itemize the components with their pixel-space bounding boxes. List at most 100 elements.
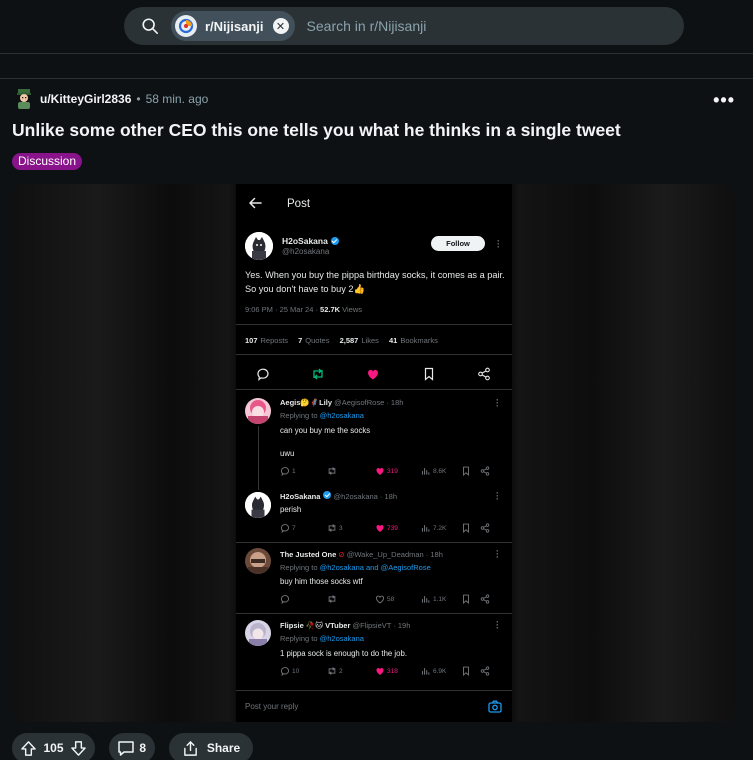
views-icon (421, 468, 430, 475)
comments-count: 8 (139, 741, 146, 755)
share-tweet-icon (480, 666, 490, 676)
no-entry-emoji-icon: ⊘ (338, 550, 345, 559)
verified-badge-icon (330, 237, 339, 245)
tweet-views-label: Views (340, 305, 363, 314)
reply-text-line2: uwu (280, 449, 295, 458)
post-author[interactable]: u/KitteyGirl2836 (40, 92, 131, 106)
reply-icon (280, 524, 289, 533)
share-label: Share (206, 741, 241, 755)
follow-button: Follow (431, 236, 485, 251)
tweet-divider (236, 389, 512, 390)
user-avatar[interactable] (14, 88, 34, 110)
comments-button[interactable]: 8 (109, 733, 155, 760)
post-flair[interactable]: Discussion (12, 153, 83, 170)
quotes-label: Quotes (305, 336, 330, 345)
post-title[interactable]: Unlike some other CEO this one tells you… (12, 120, 621, 141)
reply-count: 1 (292, 467, 296, 475)
reply-composer-placeholder: Post your reply (245, 702, 299, 711)
tweet-header: Post (236, 184, 512, 224)
bookmarks-label: Bookmarks (400, 336, 438, 345)
views-count: 6.9K (433, 667, 447, 675)
reply-text: can you buy me the socks (280, 426, 371, 435)
post-action-bar: 105 8 Share (12, 733, 267, 760)
reply-header: The Justed One ⊘ @Wake_Up_Deadman · 18h (280, 550, 443, 559)
tweet-text: Yes. When you buy the pippa birthday soc… (245, 270, 505, 294)
reply-more-icon: · · · (496, 488, 499, 504)
repost-icon (328, 595, 336, 603)
like-icon (376, 668, 384, 675)
tweet-timestamp: 9:06 PM · 25 Mar 24 · (245, 305, 321, 314)
views-icon (421, 596, 430, 603)
quotes-count: 7 (298, 336, 303, 345)
tweet-stats: 107 Reposts 7 Quotes 2,587 Likes 41 Bookmark… (245, 336, 446, 345)
reply-avatar (245, 620, 271, 646)
back-arrow-icon (249, 197, 262, 209)
reposts-count: 107 (245, 336, 258, 345)
camera-icon (488, 700, 502, 713)
reply-author-name: Flipsie 🥀🐱 VTuber (280, 621, 351, 630)
repost-count: 2 (339, 667, 343, 675)
tweet-action-bar (236, 359, 512, 389)
reply-divider (236, 613, 512, 614)
tweet-author-avatar (245, 232, 273, 260)
reply-composer: Post your reply (236, 690, 512, 722)
comment-bubble-icon (118, 741, 134, 756)
reply-header: Aegis🤔🦸Lily @AegisofRose · 18h (280, 398, 403, 407)
search-icon (142, 18, 159, 35)
clear-community-icon[interactable]: ✕ (272, 18, 289, 34)
share-tweet-icon (478, 367, 490, 381)
reply-icon (280, 467, 289, 476)
tweet-author-handle: @h2osakana (282, 247, 330, 256)
like-count: 739 (387, 524, 398, 532)
thread-line (258, 426, 259, 490)
reply-divider (236, 542, 512, 543)
reply-actions: 1 319 8.6K (280, 466, 500, 478)
views-count: 1.1K (433, 595, 447, 603)
replying-to: Replying to @h2osakana (280, 411, 364, 420)
reply-actions: 58 1.1K (280, 594, 500, 606)
replying-to: Replying to @h2osakana and @AegisofRose (280, 563, 431, 572)
search-input[interactable]: Search in r/Nijisanji (307, 18, 427, 34)
post-image[interactable]: Post H2oSakana @h2osakana Follow · · · Yes… (12, 184, 736, 722)
like-count: 318 (387, 667, 398, 675)
bookmarks-count: 41 (388, 336, 398, 345)
bookmark-icon (463, 666, 469, 676)
reply-header: H2oSakana @h2osakana · 18h (280, 491, 397, 501)
tweet-page-title: Post (287, 198, 311, 210)
share-button[interactable]: Share (169, 733, 253, 760)
vote-count: 105 (43, 741, 64, 755)
share-tweet-icon (480, 466, 490, 476)
replying-to-link: @h2osakana (319, 634, 364, 643)
upvote-arrow-icon[interactable] (20, 740, 37, 757)
search-bar[interactable]: r/Nijisanji ✕ Search in r/Nijisanji (124, 7, 684, 45)
reply-author-name: The Justed One (280, 550, 337, 559)
header-divider (0, 78, 753, 79)
views-count: 7.2K (433, 524, 447, 532)
replying-to: Replying to @h2osakana (280, 634, 364, 643)
likes-label: Likes (361, 336, 379, 345)
reply-text: perish (280, 505, 302, 514)
reply-more-icon: · · · (496, 546, 499, 562)
like-icon (376, 595, 384, 604)
tweet-views-count: 52.7K (320, 305, 341, 314)
more-options-icon[interactable]: ••• (713, 90, 735, 111)
reply-count: 10 (292, 667, 300, 675)
tweet-divider (236, 354, 512, 355)
likes-count: 2,587 (339, 336, 359, 345)
like-icon (376, 525, 384, 532)
replying-to-link: @h2osakana (319, 411, 364, 420)
like-count: 319 (387, 467, 398, 475)
community-filter-chip: r/Nijisanji ✕ (171, 11, 295, 41)
reply-header: Flipsie 🥀🐱 VTuber @FlipsieVT · 19h (280, 621, 410, 630)
tweet-author-name: H2oSakana (282, 236, 339, 246)
reposts-label: Reposts (260, 336, 289, 345)
top-bar: r/Nijisanji ✕ Search in r/Nijisanji (0, 0, 753, 54)
bookmark-icon (463, 523, 469, 533)
repost-icon (313, 368, 323, 380)
repost-icon (328, 524, 336, 532)
bookmark-icon (463, 594, 469, 604)
reply-icon (280, 667, 289, 676)
downvote-arrow-icon[interactable] (70, 740, 87, 757)
share-icon (183, 740, 197, 756)
reply-more-icon: · · · (496, 395, 499, 411)
